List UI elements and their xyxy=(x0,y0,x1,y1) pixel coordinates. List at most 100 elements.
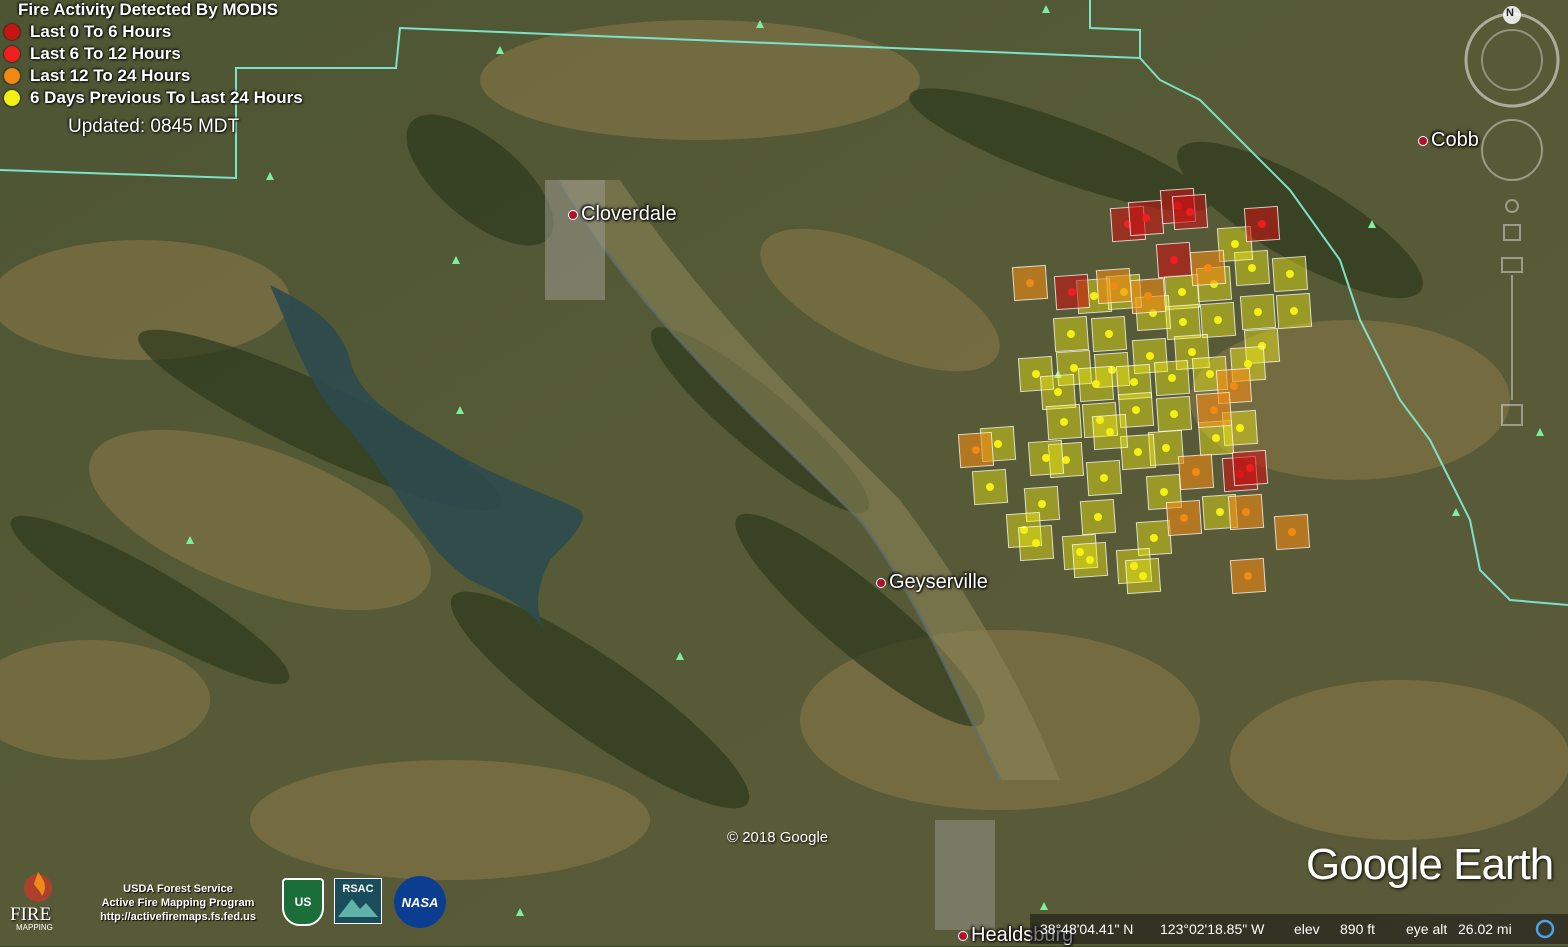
fire-point-icon xyxy=(1026,279,1034,287)
look-ring[interactable] xyxy=(1464,12,1560,108)
fire-point-icon xyxy=(1188,348,1196,356)
fire-point-icon xyxy=(1216,508,1224,516)
fire-point-icon xyxy=(1146,352,1154,360)
updated-time: Updated: 0845 MDT xyxy=(68,116,240,137)
place-label: Geyserville xyxy=(889,571,988,593)
nasa-label: NASA xyxy=(401,894,439,910)
credit-line-2: Active Fire Mapping Program xyxy=(101,897,255,909)
fire-point-icon xyxy=(1100,474,1108,482)
fire-point-icon xyxy=(1067,330,1075,338)
fire-point-icon xyxy=(1054,388,1062,396)
place-cloverdale[interactable]: Cloverdale xyxy=(568,203,677,226)
fire-point-icon xyxy=(1288,528,1296,536)
elev-value: 890 ft xyxy=(1340,921,1376,937)
fire-point-icon xyxy=(1106,428,1114,436)
fire-point-icon xyxy=(1142,214,1150,222)
eye-alt-label: eye alt xyxy=(1406,921,1448,937)
loading-icon xyxy=(1535,919,1555,939)
fire-point-icon xyxy=(1231,240,1239,248)
fire-point-icon xyxy=(1032,370,1040,378)
fire-logo-sub: MAPPING xyxy=(16,923,53,932)
fire-point-icon xyxy=(1070,364,1078,372)
nav-graphic xyxy=(1464,6,1560,426)
place-marker-icon xyxy=(568,209,578,220)
fire-point-icon xyxy=(1230,382,1238,390)
fire-point-icon xyxy=(1086,556,1094,564)
fire-point-icon xyxy=(1105,330,1113,338)
fire-point-icon xyxy=(994,440,1002,448)
cloverdale-town-area xyxy=(545,180,605,300)
fire-point-icon xyxy=(1206,370,1214,378)
fire-point-icon xyxy=(1060,418,1068,426)
pegman-icon[interactable] xyxy=(1505,199,1519,213)
fire-point-icon xyxy=(1144,292,1152,300)
legend-item-6-12h: Last 6 To 12 Hours xyxy=(4,44,181,64)
fire-point-icon xyxy=(1214,316,1222,324)
place-label: Cloverdale xyxy=(581,203,677,225)
mountain-icon xyxy=(338,899,378,917)
fire-point-icon xyxy=(1130,378,1138,386)
yellow-dot-icon xyxy=(4,90,20,106)
zoom-out-icon[interactable] xyxy=(1501,404,1523,426)
fire-point-icon xyxy=(1244,360,1252,368)
fire-logo-icon xyxy=(24,872,52,902)
usda-forest-service-badge: US xyxy=(282,878,324,926)
north-label: N xyxy=(1506,7,1514,19)
fire-point-icon xyxy=(1170,256,1178,264)
fire-point-icon xyxy=(1032,539,1040,547)
legend-item-12-24h: Last 12 To 24 Hours xyxy=(4,66,190,86)
fire-point-icon xyxy=(986,483,994,491)
fire-point-icon xyxy=(1160,488,1168,496)
fire-point-icon xyxy=(1290,307,1298,315)
google-earth-logo: Google Earth xyxy=(1306,840,1554,889)
elev-label: elev xyxy=(1294,921,1320,937)
map-copyright: © 2018 Google xyxy=(727,829,829,846)
fire-point-icon xyxy=(1042,454,1050,462)
fire-legend: Fire Activity Detected By MODIS Last 0 T… xyxy=(0,0,360,150)
fire-point-icon xyxy=(1168,374,1176,382)
fire-point-icon xyxy=(1248,264,1256,272)
fire-point-icon xyxy=(1180,514,1188,522)
credit-line-1: USDA Forest Service xyxy=(123,883,233,895)
fire-point-icon xyxy=(1068,288,1076,296)
credit-line-3[interactable]: http://activefiremaps.fs.fed.us xyxy=(80,910,276,924)
fire-point-icon xyxy=(1179,318,1187,326)
move-joystick[interactable] xyxy=(1481,119,1543,181)
fire-point-icon xyxy=(1162,444,1170,452)
fire-point-icon xyxy=(1258,220,1266,228)
rsac-label: RSAC xyxy=(342,883,374,895)
zoom-in-icon[interactable] xyxy=(1501,257,1523,273)
orange-dot-icon xyxy=(4,68,20,84)
fire-point-icon xyxy=(1192,468,1200,476)
fire-point-icon xyxy=(1134,448,1142,456)
fire-point-icon xyxy=(1212,434,1220,442)
legend-label: Last 0 To 6 Hours xyxy=(30,22,172,41)
fire-point-icon xyxy=(1038,500,1046,508)
fire-point-icon xyxy=(1286,270,1294,278)
fire-point-icon xyxy=(1170,410,1178,418)
fire-point-icon xyxy=(1132,406,1140,414)
fire-point-icon xyxy=(1186,208,1194,216)
place-marker-icon xyxy=(876,577,886,588)
fire-point-icon xyxy=(1210,406,1218,414)
place-geyserville[interactable]: Geyserville xyxy=(876,571,988,594)
fire-point-icon xyxy=(1094,513,1102,521)
fire-point-icon xyxy=(1150,534,1158,542)
rsac-logo: RSAC xyxy=(334,878,382,924)
legend-item-6-days: 6 Days Previous To Last 24 Hours xyxy=(4,88,303,108)
pegman-body-icon xyxy=(1503,224,1521,241)
fire-point-icon xyxy=(1204,264,1212,272)
fire-point-icon xyxy=(1244,572,1252,580)
fire-point-icon xyxy=(1178,288,1186,296)
fire-point-icon xyxy=(1092,380,1100,388)
fire-point-icon xyxy=(1139,572,1147,580)
fire-point-icon xyxy=(1246,464,1254,472)
fire-point-icon xyxy=(1242,508,1250,516)
legend-item-0-6h: Last 0 To 6 Hours xyxy=(4,22,171,42)
fire-point-icon xyxy=(1090,292,1098,300)
look-joystick[interactable] xyxy=(1481,29,1543,91)
place-marker-icon xyxy=(1418,135,1428,146)
legend-label: 6 Days Previous To Last 24 Hours xyxy=(30,88,303,107)
legend-label: Last 6 To 12 Hours xyxy=(30,44,181,63)
usda-badge-label: US xyxy=(294,895,312,909)
